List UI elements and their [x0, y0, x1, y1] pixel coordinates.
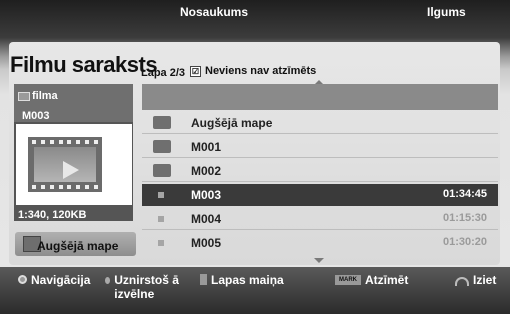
file-icon [158, 192, 164, 198]
table-row[interactable]: Augšējā mape [142, 112, 498, 134]
selected-file-code: M003 [22, 110, 50, 122]
table-header [142, 84, 498, 110]
column-header-name: Nosaukums [180, 5, 249, 19]
page-key-icon [200, 274, 207, 285]
footer-mark-label: Atzīmēt [365, 273, 409, 287]
category-label: filma [32, 90, 58, 102]
footer-popup-label: Uznirstoš ā izvēlne [114, 273, 179, 301]
checkbox-icon: ☑ [190, 65, 201, 77]
video-thumbnail-icon [28, 137, 102, 192]
footer-page-change: Lapas maiņa [200, 273, 284, 287]
file-icon [158, 216, 164, 222]
table-row[interactable]: M004 01:15:30 [142, 208, 498, 230]
file-icon [158, 240, 164, 246]
footer-popup-menu: Uznirstoš ā izvēlne [105, 273, 195, 301]
row-name: M005 [191, 236, 222, 250]
page-indicator: Lapa 2/3 [141, 67, 186, 79]
play-icon [63, 161, 79, 179]
footer-exit-label: Iziet [473, 273, 497, 287]
row-length: 01:34:45 [442, 188, 487, 200]
row-name: M003 [191, 188, 222, 202]
folder-icon [153, 140, 171, 153]
row-length: 01:30:20 [442, 236, 487, 248]
page-title: Filmu saraksts [10, 52, 158, 77]
row-length: 01:15:30 [442, 212, 487, 224]
back-icon [455, 277, 469, 286]
table-row-selected[interactable]: M003 01:34:45 [142, 184, 498, 206]
up-folder-button-label: Augšējā mape [37, 239, 119, 253]
scroll-down-arrow-icon[interactable] [314, 258, 324, 263]
row-name: M002 [191, 164, 222, 178]
footer-navigation: Navigācija [18, 273, 90, 287]
column-header-length: Ilgums [427, 5, 466, 19]
mark-key-icon: MARK [335, 275, 361, 285]
ok-button-icon [105, 277, 111, 284]
table-row[interactable]: M002 [142, 160, 498, 182]
dpad-icon [18, 275, 27, 284]
footer-page-change-label: Lapas maiņa [211, 273, 284, 287]
row-name: M004 [191, 212, 222, 226]
footer-exit: Iziet [455, 273, 496, 287]
table-row[interactable]: M001 [142, 136, 498, 158]
up-folder-icon [153, 116, 171, 129]
row-name: M001 [191, 140, 222, 154]
folder-icon [153, 164, 171, 177]
film-category-icon [18, 92, 30, 101]
selection-status: ☑ Neviens nav atzīmēts [190, 65, 316, 77]
file-info: 1:340, 120KB [18, 209, 87, 221]
table-row[interactable]: M005 01:30:20 [142, 232, 498, 254]
footer-mark: MARK Atzīmēt [335, 273, 408, 287]
movie-list-screen: Filmu saraksts Lapa 2/3 ☑ Neviens nav at… [0, 0, 510, 314]
footer-navigation-label: Navigācija [31, 273, 91, 287]
row-name: Augšējā mape [191, 116, 273, 130]
selection-status-label: Neviens nav atzīmēts [205, 65, 317, 77]
